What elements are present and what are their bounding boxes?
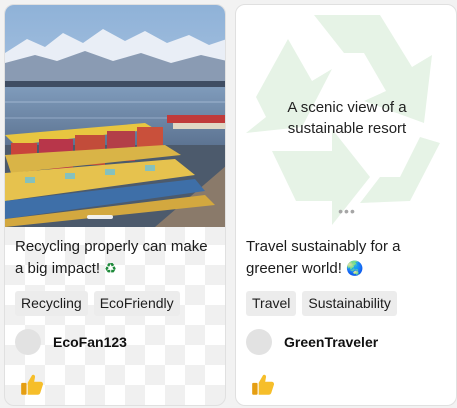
image-alt-text: A scenic view of a sustainable resort	[287, 99, 407, 137]
tag-travel[interactable]: Travel	[246, 291, 297, 316]
author-name[interactable]: GreenTraveler	[284, 334, 378, 350]
tag-list: Travel Sustainability	[246, 291, 397, 316]
more-indicator: •••	[338, 203, 356, 219]
post-card[interactable]: A scenic view of a sustainable resort ••…	[235, 4, 457, 406]
tag-ecofriendly[interactable]: EcoFriendly	[93, 291, 180, 316]
avatar[interactable]	[15, 329, 41, 355]
post-author[interactable]: EcoFan123	[15, 329, 127, 355]
post-image[interactable]	[5, 5, 225, 227]
recycle-emoji: ♻	[104, 261, 117, 277]
post-image-placeholder[interactable]: A scenic view of a sustainable resort ••…	[236, 5, 456, 227]
author-name[interactable]: EcoFan123	[53, 334, 127, 350]
post-caption: Recycling properly can make a big impact…	[15, 238, 208, 277]
post-author[interactable]: GreenTraveler	[246, 329, 378, 355]
carousel-indicator	[87, 215, 113, 219]
avatar[interactable]	[246, 329, 272, 355]
lake-boats-photo	[5, 5, 225, 227]
post-caption: Travel sustainably for a greener world! …	[246, 238, 401, 277]
tag-sustainability[interactable]: Sustainability	[302, 291, 397, 316]
thumbs-up-icon[interactable]	[19, 372, 45, 398]
tag-recycling[interactable]: Recycling	[15, 291, 88, 316]
tag-list: Recycling EcoFriendly	[15, 291, 180, 316]
globe-emoji: 🌏	[346, 261, 364, 277]
post-card[interactable]: Recycling properly can make a big impact…	[4, 4, 226, 406]
thumbs-up-icon[interactable]	[250, 372, 276, 398]
